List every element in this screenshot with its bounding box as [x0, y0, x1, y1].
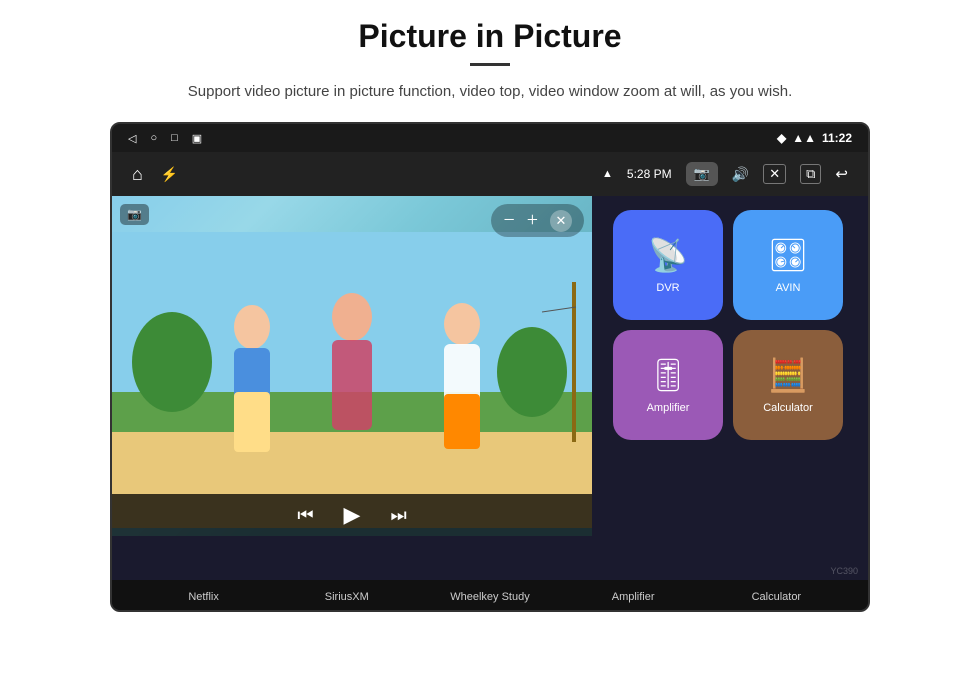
siriusxm-label: SiriusXM	[297, 591, 397, 603]
home-nav-icon[interactable]: ○	[150, 132, 157, 144]
netflix-label: Netflix	[154, 591, 254, 603]
nav-left: ⌂ ⚡	[132, 164, 178, 185]
watermark: YC390	[830, 566, 858, 576]
wifi-nav-icon: ▲	[602, 168, 613, 180]
usb-icon[interactable]: ⚡	[161, 166, 178, 183]
play-button[interactable]: ▶	[344, 502, 361, 528]
home-icon[interactable]: ⌂	[132, 164, 143, 185]
status-time: 11:22	[822, 131, 852, 145]
pip-playback-controls: ⏮ ▶ ⏭	[112, 494, 592, 536]
page-title: Picture in Picture	[358, 18, 621, 55]
back-icon[interactable]: ↩	[835, 165, 848, 183]
pip-camera-badge: 📷	[120, 204, 149, 225]
location-icon: ◆	[777, 131, 786, 145]
rewind-button[interactable]: ⏮	[297, 505, 313, 526]
pip-close-button[interactable]: ✕	[550, 210, 572, 232]
icon-row-bottom: 🎚 Amplifier 🧮 Calculator	[613, 330, 843, 440]
forward-button[interactable]: ⏭	[390, 505, 406, 526]
calculator-icon-symbol: 🧮	[768, 356, 808, 394]
amplifier-bottom-label: Amplifier	[583, 591, 683, 603]
calculator-label: Calculator	[763, 402, 813, 414]
dvr-label: DVR	[656, 282, 679, 294]
dvr-app-icon[interactable]: 📡 DVR	[613, 210, 723, 320]
title-divider	[470, 63, 510, 66]
pip-icon[interactable]: ⧉	[800, 164, 821, 184]
right-icons-area: 📡 DVR 🎛 AVIN 🎚 Amplifier 🧮 C	[588, 196, 868, 612]
status-bar-right: ◆ ▲▲ 11:22	[777, 131, 852, 145]
calculator-bottom-label: Calculator	[726, 591, 826, 603]
device-frame: ◁ ○ □ ▣ ◆ ▲▲ 11:22 ⌂ ⚡ ▲ 5:28 PM 📷 🔊	[110, 122, 870, 612]
pip-plus-button[interactable]: +	[527, 209, 538, 232]
status-bar: ◁ ○ □ ▣ ◆ ▲▲ 11:22	[112, 124, 868, 152]
avin-icon-symbol: 🎛	[768, 236, 809, 274]
nav-right: ▲ 5:28 PM 📷 🔊 ✕ ⧉ ↩	[602, 162, 848, 186]
wifi-status-icon: ▲▲	[792, 131, 816, 145]
avin-label: AVIN	[776, 282, 801, 294]
back-nav-icon[interactable]: ◁	[128, 132, 136, 145]
pip-minus-button[interactable]: −	[503, 209, 514, 232]
volume-icon[interactable]: 🔊	[732, 166, 749, 183]
amplifier-icon-symbol: 🎚	[648, 356, 689, 394]
page-subtitle: Support video picture in picture functio…	[188, 80, 792, 104]
pip-controls: − + ✕	[491, 204, 584, 237]
dvr-icon-symbol: 📡	[648, 236, 688, 274]
cast-icon[interactable]: ▣	[192, 132, 202, 145]
video-scene	[112, 232, 592, 492]
avin-app-icon[interactable]: 🎛 AVIN	[733, 210, 843, 320]
pip-video: 📷 − + ✕ ⏮ ▶ ⏭	[112, 196, 592, 536]
calculator-app-icon[interactable]: 🧮 Calculator	[733, 330, 843, 440]
recents-nav-icon[interactable]: □	[171, 132, 178, 144]
close-pip-icon[interactable]: ✕	[763, 164, 786, 184]
amplifier-app-icon[interactable]: 🎚 Amplifier	[613, 330, 723, 440]
video-content-svg	[112, 232, 592, 528]
nav-time: 5:28 PM	[627, 167, 672, 181]
page-wrapper: Picture in Picture Support video picture…	[0, 0, 980, 698]
icon-row-top: 📡 DVR 🎛 AVIN	[613, 210, 843, 320]
main-content: 📡 DVR 🎛 AVIN 🎚 Amplifier 🧮 C	[112, 196, 868, 612]
amplifier-label: Amplifier	[647, 402, 690, 414]
nav-bar: ⌂ ⚡ ▲ 5:28 PM 📷 🔊 ✕ ⧉ ↩	[112, 152, 868, 196]
wheelkey-label: Wheelkey Study	[440, 591, 540, 603]
status-bar-left: ◁ ○ □ ▣	[128, 132, 202, 145]
pip-container: 📷 − + ✕ ⏮ ▶ ⏭	[112, 196, 592, 586]
camera-icon[interactable]: 📷	[686, 162, 718, 186]
